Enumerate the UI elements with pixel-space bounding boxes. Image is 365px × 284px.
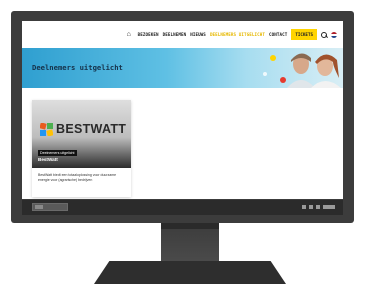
hero-photo xyxy=(263,53,341,88)
nav-item-deelnemen[interactable]: DEELNEMEN xyxy=(163,32,187,37)
flag-nl-icon[interactable] xyxy=(331,31,337,38)
category-badge: Deelnemers uitgelicht xyxy=(38,150,77,156)
home-icon[interactable]: ⌂ xyxy=(127,31,134,38)
card-title[interactable]: BestWatt xyxy=(38,157,58,162)
bestwatt-logo-mark-icon xyxy=(40,122,53,136)
card-image: BESTWATT Deelnemers uitgelicht BestWatt xyxy=(32,100,131,168)
bestwatt-logo: BESTWATT xyxy=(40,122,126,136)
browser-screen: ⌂ BEZOEKEN DEELNEMEN NIEUWS DEELNEMERS U… xyxy=(22,21,343,199)
monitor-neck-shadow xyxy=(161,223,219,229)
search-icon[interactable] xyxy=(321,31,327,38)
page-title: Deelnemers uitgelicht xyxy=(32,63,123,72)
monitor-indicator-lights xyxy=(302,205,335,209)
page-hero: Deelnemers uitgelicht xyxy=(22,48,343,88)
logo-text: BESTWATT xyxy=(56,122,127,136)
nav-item-deelnemers-uitgelicht[interactable]: DEELNEMERS UITGELICHT xyxy=(210,32,265,37)
card-description: BestWatt biedt een totaaloplossing voor … xyxy=(38,173,117,182)
nav-item-contact[interactable]: CONTACT xyxy=(269,32,287,37)
participant-card[interactable]: BESTWATT Deelnemers uitgelicht BestWatt … xyxy=(32,100,131,197)
site-navbar: ⌂ BEZOEKEN DEELNEMEN NIEUWS DEELNEMERS U… xyxy=(22,21,343,48)
tickets-button[interactable]: TICKETS xyxy=(291,29,317,40)
taskbar-thumbnail xyxy=(32,203,68,211)
nav-item-bezoeken[interactable]: BEZOEKEN xyxy=(138,32,159,37)
nav-item-nieuws[interactable]: NIEUWS xyxy=(190,32,206,37)
monitor-stand-base xyxy=(94,261,286,284)
monitor-bottom-bezel xyxy=(22,200,343,215)
